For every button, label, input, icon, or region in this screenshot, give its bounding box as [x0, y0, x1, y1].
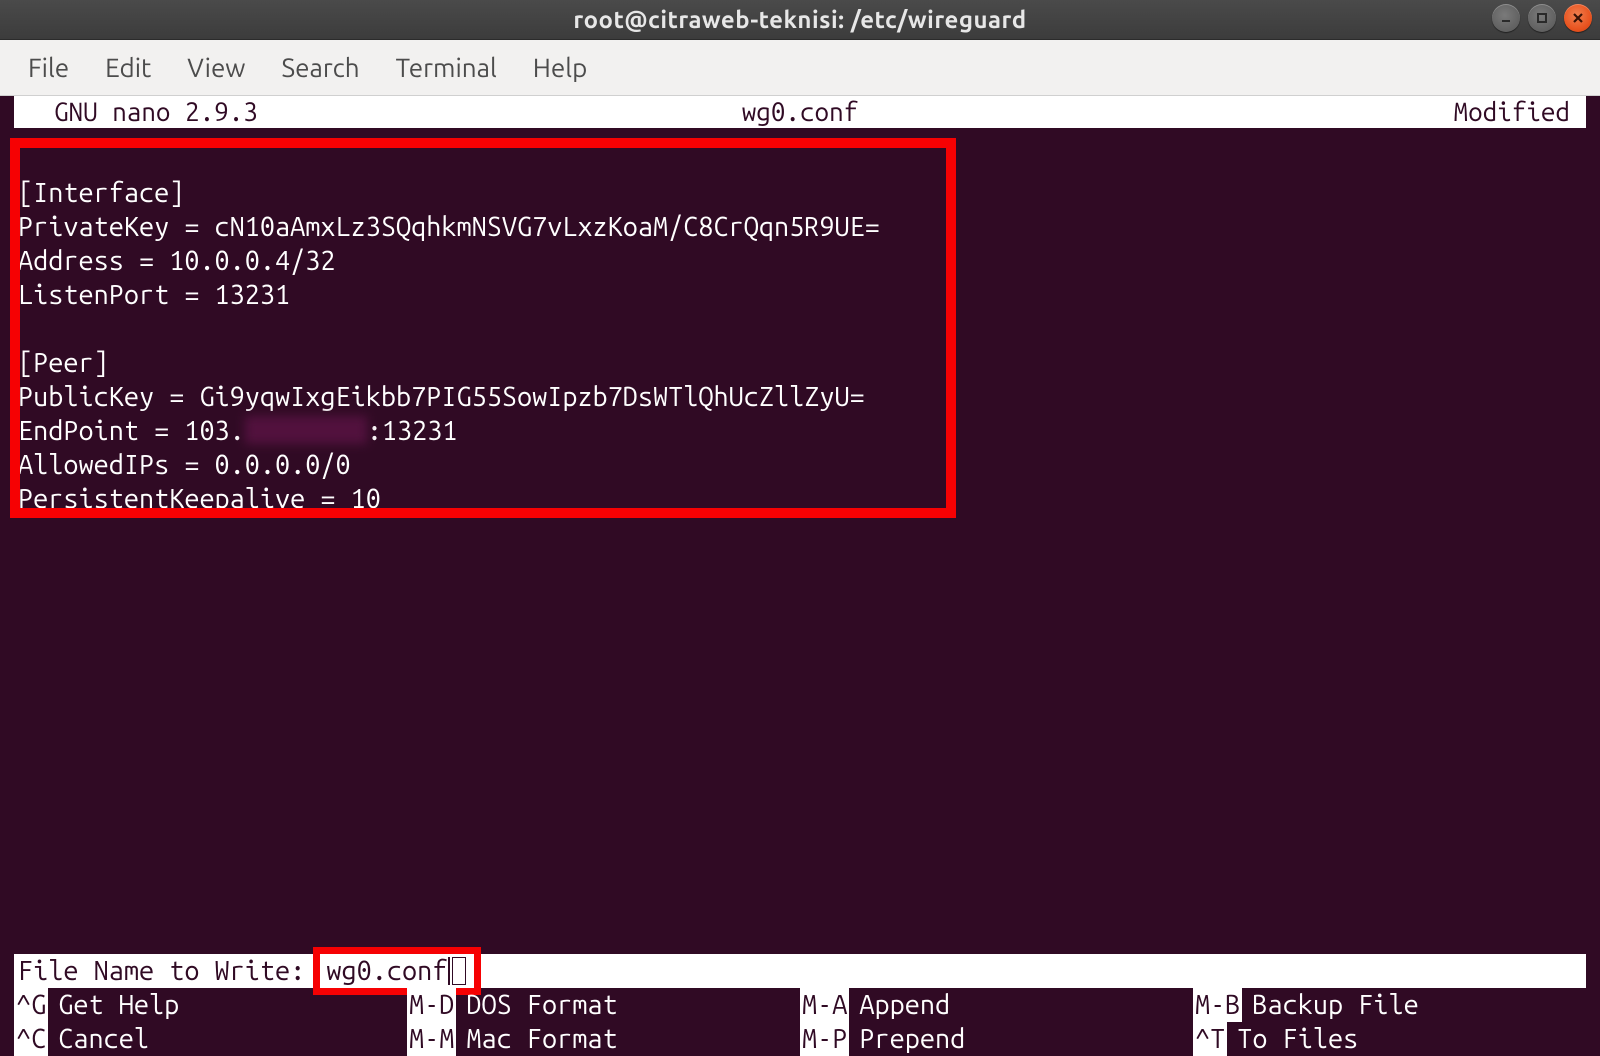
shortcut-label: Backup File — [1242, 988, 1418, 1022]
shortcut-label: Mac Format — [456, 1022, 617, 1056]
shortcut-key[interactable]: M-P — [800, 1022, 849, 1056]
shortcut-label: To Files — [1227, 1022, 1358, 1056]
menu-edit[interactable]: Edit — [105, 53, 151, 82]
shortcut-label: Get Help — [48, 988, 179, 1022]
maximize-button[interactable] — [1528, 4, 1556, 32]
cfg-line-privatekey: PrivateKey = cN10aAmxLz3SQqhkmNSVG7vLxzK… — [18, 212, 880, 242]
cfg-line-peer: [Peer] — [18, 348, 109, 378]
nano-header: GNU nano 2.9.3 wg0.conf Modified — [14, 96, 1586, 128]
nano-shortcuts: ^GGet Help M-DDOS Format M-AAppend M-BBa… — [14, 988, 1586, 1056]
cfg-line-endpoint-post: :13231 — [367, 416, 458, 446]
shortcut-key[interactable]: M-D — [407, 988, 456, 1022]
nano-filename: wg0.conf — [14, 95, 1586, 129]
redacted-ip — [245, 416, 367, 444]
window-controls — [1492, 4, 1592, 32]
cfg-line-allowedips: AllowedIPs = 0.0.0.0/0 — [18, 450, 351, 480]
cursor-cell — [452, 957, 466, 985]
text-cursor-icon — [448, 957, 450, 985]
terminal[interactable]: GNU nano 2.9.3 wg0.conf Modified [Interf… — [0, 96, 1600, 1056]
shortcut-key[interactable]: ^G — [14, 988, 48, 1022]
cfg-line-endpoint-pre: EndPoint = 103. — [18, 416, 245, 446]
window-title: root@citraweb-teknisi: /etc/wireguard — [0, 6, 1600, 33]
menubar: File Edit View Search Terminal Help — [0, 40, 1600, 96]
window-titlebar: root@citraweb-teknisi: /etc/wireguard — [0, 0, 1600, 40]
minimize-button[interactable] — [1492, 4, 1520, 32]
shortcut-label: Append — [849, 988, 950, 1022]
nano-prompt-label: File Name to Write: — [18, 954, 320, 988]
shortcut-row-2: ^CCancel M-MMac Format M-PPrepend ^TTo F… — [14, 1022, 1586, 1056]
shortcut-label: Prepend — [849, 1022, 965, 1056]
shortcut-key[interactable]: M-B — [1193, 988, 1242, 1022]
editor-content[interactable]: [Interface] PrivateKey = cN10aAmxLz3SQqh… — [14, 142, 1586, 946]
shortcut-label: Cancel — [48, 1022, 149, 1056]
shortcut-key[interactable]: M-A — [800, 988, 849, 1022]
close-button[interactable] — [1564, 4, 1592, 32]
menu-terminal[interactable]: Terminal — [396, 53, 497, 82]
menu-search[interactable]: Search — [281, 53, 359, 82]
nano-prompt: File Name to Write: wg0.conf — [14, 954, 1586, 988]
shortcut-key[interactable]: M-M — [407, 1022, 456, 1056]
menu-view[interactable]: View — [187, 53, 245, 82]
shortcut-key[interactable]: ^T — [1193, 1022, 1227, 1056]
shortcut-row-1: ^GGet Help M-DDOS Format M-AAppend M-BBa… — [14, 988, 1586, 1022]
cfg-line-keepalive: PersistentKeepalive = 10 — [18, 484, 381, 514]
cfg-line-listenport: ListenPort = 13231 — [18, 280, 290, 310]
cfg-line-publickey: PublicKey = Gi9yqwIxgEikbb7PIG55SowIpzb7… — [18, 382, 865, 412]
menu-file[interactable]: File — [28, 53, 69, 82]
shortcut-key[interactable]: ^C — [14, 1022, 48, 1056]
nano-prompt-input[interactable]: wg0.conf — [326, 954, 447, 988]
cfg-line-interface: [Interface] — [18, 178, 184, 208]
menu-help[interactable]: Help — [533, 53, 588, 82]
shortcut-label: DOS Format — [456, 988, 617, 1022]
cfg-line-address: Address = 10.0.0.4/32 — [18, 246, 336, 276]
